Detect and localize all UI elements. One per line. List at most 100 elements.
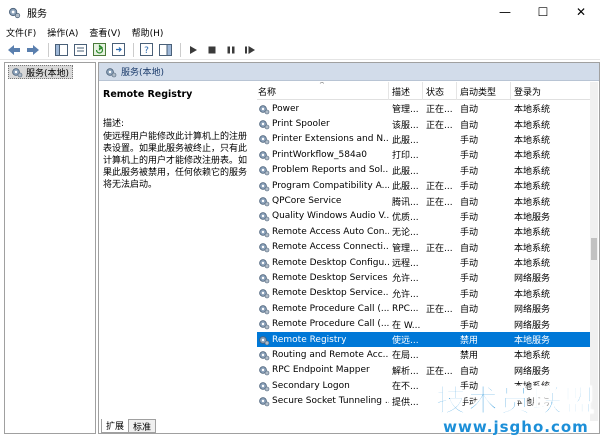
restart-icon[interactable] [242,42,258,58]
service-gear-icon [259,274,270,284]
cell-startup-type: 自动 [460,197,479,208]
close-button[interactable]: ✕ [562,0,600,24]
cell-status: 正在... [426,197,453,208]
service-gear-icon [259,381,270,392]
table-row[interactable]: PrintWorkflow_584a0 打印... 手动 本地系统 [257,147,593,162]
cell-name: Routing and Remote Acc... [257,349,389,361]
table-rows: Power 管理... 正在... 自动 本地系统 Print Spooler 该服... 正… [257,101,593,409]
scrollbar-thumb[interactable] [591,238,597,260]
export-icon[interactable] [110,42,126,58]
table-row[interactable]: Remote Procedure Call (... RPC... 正在... 自动 网… [257,301,593,316]
cell-logon-as: 本地系统 [514,166,551,177]
refresh-icon[interactable] [91,42,107,58]
forward-icon[interactable] [25,42,41,58]
minimize-button[interactable]: — [486,0,524,24]
service-gear-icon [259,166,270,176]
cell-name: Remote Access Auto Con... [257,226,389,238]
table-row[interactable]: Program Compatibility A... 此服... 正在... 手动 本地… [257,178,593,193]
description-text: 使远程用户能修改此计算机上的注册表设置。如果此服务被终止，只有此计算机上的用户才… [103,132,248,190]
show-hide-icon[interactable] [157,42,173,58]
cell-status: 正在... [426,366,453,377]
cell-startup-type: 手动 [460,151,479,162]
service-gear-icon [259,212,270,222]
cell-name: RPC Endpoint Mapper [257,364,389,376]
cell-startup-type: 手动 [460,166,479,177]
service-name: Remote Desktop Service... [272,288,389,299]
cell-logon-as: 网络服务 [514,274,551,285]
cell-description: 允许... [392,289,419,300]
table-row[interactable]: Printer Extensions and N... 此服... 手动 本地系统 [257,132,593,147]
menu-view[interactable]: 查看(V) [89,26,120,39]
cell-logon-as: 网络服务 [514,366,551,377]
table-row[interactable]: Remote Access Auto Con... 无论... 手动 本地系统 [257,224,593,239]
service-name: Power [272,103,300,114]
table-row[interactable]: Remote Desktop Services 允许... 手动 网络服务 [257,270,593,285]
service-name: Remote Registry [272,334,347,345]
sort-arrow-icon: ^ [319,82,325,89]
console-tree-icon[interactable] [53,42,69,58]
table-row[interactable]: QPCore Service 腾讯... 正在... 自动 本地系统 [257,193,593,208]
cell-name: Remote Desktop Configu... [257,257,389,269]
services-panel: 服务(本地) Remote Registry 描述: 使远程用户能修改此计算机上… [98,62,600,434]
pause-icon[interactable] [223,42,239,58]
cell-status: 正在... [426,243,453,254]
service-gear-icon [259,135,270,145]
service-gear-icon [259,335,270,345]
cell-startup-type: 手动 [460,259,479,270]
cell-status: 正在... [426,182,453,193]
cell-startup-type: 手动 [460,228,479,239]
cell-status: 正在... [426,105,453,116]
tree-item-services-local[interactable]: 服务(本地) [8,65,74,79]
maximize-button[interactable]: ☐ [524,0,562,24]
menu-file[interactable]: 文件(F) [6,26,36,39]
service-gear-icon [259,289,270,299]
table-row[interactable]: Remote Access Connecti... 管理... 正在... 自动 本地系… [257,240,593,255]
table-row[interactable]: Quality Windows Audio V... 优质... 手动 本地服务 [257,209,593,224]
title-bar[interactable]: 服务 — ☐ ✕ [0,0,600,24]
cell-description: 允许... [392,274,419,285]
cell-description: 此服... [392,166,419,177]
cell-description: RPC... [392,303,419,314]
service-name: Remote Procedure Call (... [272,303,389,314]
tab-extended[interactable]: 扩展 [101,419,130,433]
cell-name: Program Compatibility A... [257,180,389,192]
help-icon[interactable]: ? [138,42,154,58]
vertical-scrollbar[interactable] [590,82,598,421]
cell-logon-as: 本地系统 [514,351,551,362]
table-row[interactable]: RPC Endpoint Mapper 解析... 正在... 自动 网络服务 [257,363,593,378]
properties-icon[interactable] [72,42,88,58]
table-row[interactable]: Problem Reports and Sol... 此服... 手动 本地系统 [257,163,593,178]
cell-name: Remote Access Connecti... [257,241,389,253]
column-header-logon-as[interactable]: 登录为 [511,82,593,100]
service-name: Remote Desktop Services [272,272,388,283]
stop-icon[interactable] [204,42,220,58]
column-header-startup-type[interactable]: 启动类型 [457,82,511,100]
table-row[interactable]: Print Spooler 该服... 正在... 自动 本地系统 [257,116,593,131]
column-header-name[interactable]: 名称 ^ [257,82,389,100]
menu-action[interactable]: 操作(A) [47,26,78,39]
menu-help[interactable]: 帮助(H) [132,26,164,39]
panel-header-label: 服务(本地) [121,68,165,78]
table-row[interactable]: Power 管理... 正在... 自动 本地系统 [257,101,593,116]
cell-logon-as: 本地系统 [514,120,551,131]
watermark-text: 技术员联盟 [436,384,596,419]
table-row[interactable]: Remote Desktop Configu... 远程... 手动 本地系统 [257,255,593,270]
tab-standard[interactable]: 标准 [128,419,157,433]
table-row[interactable]: Remote Desktop Service... 允许... 手动 本地系统 [257,286,593,301]
service-gear-icon [259,243,270,253]
cell-description: 在不... [392,382,419,393]
cell-logon-as: 本地系统 [514,243,551,254]
cell-name: Remote Procedure Call (... [257,318,389,330]
table-row[interactable]: Routing and Remote Acc... 在局... 禁用 本地系统 [257,347,593,362]
play-icon[interactable] [185,42,201,58]
back-icon[interactable] [6,42,22,58]
service-name: Remote Procedure Call (... [272,319,389,330]
table-row[interactable]: Remote Registry 使远... 禁用 本地服务 [257,331,593,348]
column-header-status[interactable]: 状态 [423,82,457,100]
service-gear-icon [259,151,270,161]
table-row[interactable]: Remote Procedure Call (... 在 W... 手动 网络服务 [257,316,593,331]
cell-name: Secondary Logon [257,380,389,392]
column-header-description[interactable]: 描述 [389,82,423,100]
cell-description: 解析... [392,366,419,377]
service-name: RPC Endpoint Mapper [272,365,370,376]
